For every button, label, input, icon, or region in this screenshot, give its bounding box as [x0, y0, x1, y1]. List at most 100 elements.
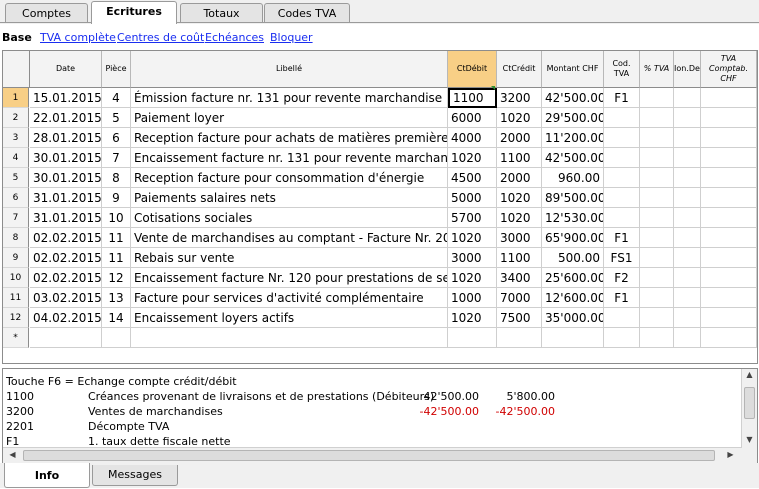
cell-tva-comptab[interactable]: [701, 168, 757, 188]
empty-cell[interactable]: [542, 328, 604, 348]
header-pct-tva[interactable]: % TVA: [640, 51, 674, 88]
new-row-marker[interactable]: *: [3, 328, 29, 348]
cell-ctcredit[interactable]: 3000: [497, 228, 542, 248]
cell-piece[interactable]: 13: [102, 288, 131, 308]
cell-libelle[interactable]: Facture pour services d'activité complém…: [131, 288, 448, 308]
cell-montant[interactable]: 35'000.00: [542, 308, 604, 328]
cell-ion-de[interactable]: [674, 148, 701, 168]
cell-pct-tva[interactable]: [640, 308, 674, 328]
cell-date[interactable]: 02.02.2015: [30, 268, 102, 288]
cell-libelle[interactable]: Reception facture pour achats de matière…: [131, 128, 448, 148]
cell-ctcredit[interactable]: 2000: [497, 168, 542, 188]
cell-ctdebit[interactable]: 1020: [448, 148, 497, 168]
cell-date[interactable]: 31.01.2015: [30, 188, 102, 208]
cell-cod-tva[interactable]: F1: [604, 228, 640, 248]
empty-cell[interactable]: [604, 328, 640, 348]
cell-ion-de[interactable]: [674, 88, 701, 108]
cell-date[interactable]: 31.01.2015: [30, 208, 102, 228]
empty-cell[interactable]: [640, 328, 674, 348]
cell-ctcredit[interactable]: 1020: [497, 108, 542, 128]
cell-pct-tva[interactable]: [640, 188, 674, 208]
empty-cell[interactable]: [448, 328, 497, 348]
row-number[interactable]: 6: [3, 188, 29, 208]
cell-ctdebit[interactable]: 4500: [448, 168, 497, 188]
cell-ion-de[interactable]: [674, 248, 701, 268]
header-tva-comptab-chf[interactable]: TVA Comptab. CHF: [701, 51, 757, 88]
header-cod-tva[interactable]: Cod. TVA: [604, 51, 640, 88]
tab-messages[interactable]: Messages: [92, 465, 178, 486]
cell-date[interactable]: 22.01.2015: [30, 108, 102, 128]
cell-cod-tva[interactable]: [604, 128, 640, 148]
cell-montant[interactable]: 65'900.00: [542, 228, 604, 248]
cell-ctdebit[interactable]: 1000: [448, 288, 497, 308]
cell-tva-comptab[interactable]: [701, 208, 757, 228]
cell-cod-tva[interactable]: FS1: [604, 248, 640, 268]
empty-cell[interactable]: [102, 328, 131, 348]
cell-piece[interactable]: 14: [102, 308, 131, 328]
cell-piece[interactable]: 11: [102, 228, 131, 248]
cell-piece[interactable]: 11: [102, 248, 131, 268]
cell-tva-comptab[interactable]: [701, 288, 757, 308]
cell-cod-tva[interactable]: [604, 208, 640, 228]
view-link-echeances[interactable]: Echéances: [205, 31, 264, 44]
cell-piece[interactable]: 8: [102, 168, 131, 188]
scroll-left-icon[interactable]: ◀: [5, 450, 20, 459]
cell-piece[interactable]: 5: [102, 108, 131, 128]
cell-date[interactable]: 30.01.2015: [30, 168, 102, 188]
cell-date[interactable]: 28.01.2015: [30, 128, 102, 148]
row-number[interactable]: 4: [3, 148, 29, 168]
cell-libelle[interactable]: Vente de marchandises au comptant - Fact…: [131, 228, 448, 248]
cell-ctdebit[interactable]: 4000: [448, 128, 497, 148]
cell-montant[interactable]: 42'500.00: [542, 88, 604, 108]
cell-piece[interactable]: 7: [102, 148, 131, 168]
empty-cell[interactable]: [497, 328, 542, 348]
cell-pct-tva[interactable]: [640, 288, 674, 308]
view-link-bloquer[interactable]: Bloquer: [270, 31, 313, 44]
row-number[interactable]: 11: [3, 288, 29, 308]
info-vertical-scrollbar[interactable]: ▲ ▼: [741, 369, 757, 463]
cell-pct-tva[interactable]: [640, 248, 674, 268]
header-piece[interactable]: Pièce: [102, 51, 131, 88]
cell-ion-de[interactable]: [674, 288, 701, 308]
cell-tva-comptab[interactable]: [701, 148, 757, 168]
cell-cod-tva[interactable]: F1: [604, 88, 640, 108]
tab-comptes[interactable]: Comptes: [5, 3, 88, 23]
cell-pct-tva[interactable]: [640, 148, 674, 168]
cell-montant[interactable]: 12'530.00: [542, 208, 604, 228]
cell-ctcredit[interactable]: 1100: [497, 248, 542, 268]
cell-pct-tva[interactable]: [640, 228, 674, 248]
cell-ctcredit[interactable]: 1020: [497, 208, 542, 228]
cell-libelle[interactable]: Rebais sur vente: [131, 248, 448, 268]
cell-tva-comptab[interactable]: [701, 108, 757, 128]
view-link-tva-complete[interactable]: TVA complète: [40, 31, 116, 44]
tab-info[interactable]: Info: [4, 463, 90, 488]
cell-tva-comptab[interactable]: [701, 188, 757, 208]
cell-tva-comptab[interactable]: [701, 128, 757, 148]
cell-date[interactable]: 02.02.2015: [30, 228, 102, 248]
header-montant-chf[interactable]: Montant CHF: [542, 51, 604, 88]
cell-libelle[interactable]: Cotisations sociales: [131, 208, 448, 228]
cell-libelle[interactable]: Paiements salaires nets: [131, 188, 448, 208]
cell-ctdebit[interactable]: 5000: [448, 188, 497, 208]
cell-libelle[interactable]: Paiement loyer: [131, 108, 448, 128]
view-link-centres-de-cout[interactable]: Centres de coût: [117, 31, 204, 44]
cell-montant[interactable]: 89'500.00: [542, 188, 604, 208]
cell-ion-de[interactable]: [674, 268, 701, 288]
cell-ctdebit[interactable]: 1020: [448, 228, 497, 248]
header-ctcredit[interactable]: CtCrédit: [497, 51, 542, 88]
row-number[interactable]: 1: [3, 88, 29, 108]
info-horizontal-scrollbar[interactable]: ◀ ▶: [3, 447, 742, 463]
cell-montant[interactable]: 11'200.00: [542, 128, 604, 148]
scroll-down-icon[interactable]: ▼: [742, 435, 757, 444]
header-libelle[interactable]: Libellé: [131, 51, 448, 88]
header-ion-de[interactable]: Ion.De: [674, 51, 701, 88]
cell-ctdebit[interactable]: 5700: [448, 208, 497, 228]
row-number[interactable]: 5: [3, 168, 29, 188]
empty-cell[interactable]: [30, 328, 102, 348]
cell-piece[interactable]: 4: [102, 88, 131, 108]
cell-montant[interactable]: 960.00: [542, 168, 604, 188]
cell-libelle[interactable]: Encaissement loyers actifs: [131, 308, 448, 328]
cell-pct-tva[interactable]: [640, 108, 674, 128]
cell-ion-de[interactable]: [674, 168, 701, 188]
cell-tva-comptab[interactable]: [701, 308, 757, 328]
